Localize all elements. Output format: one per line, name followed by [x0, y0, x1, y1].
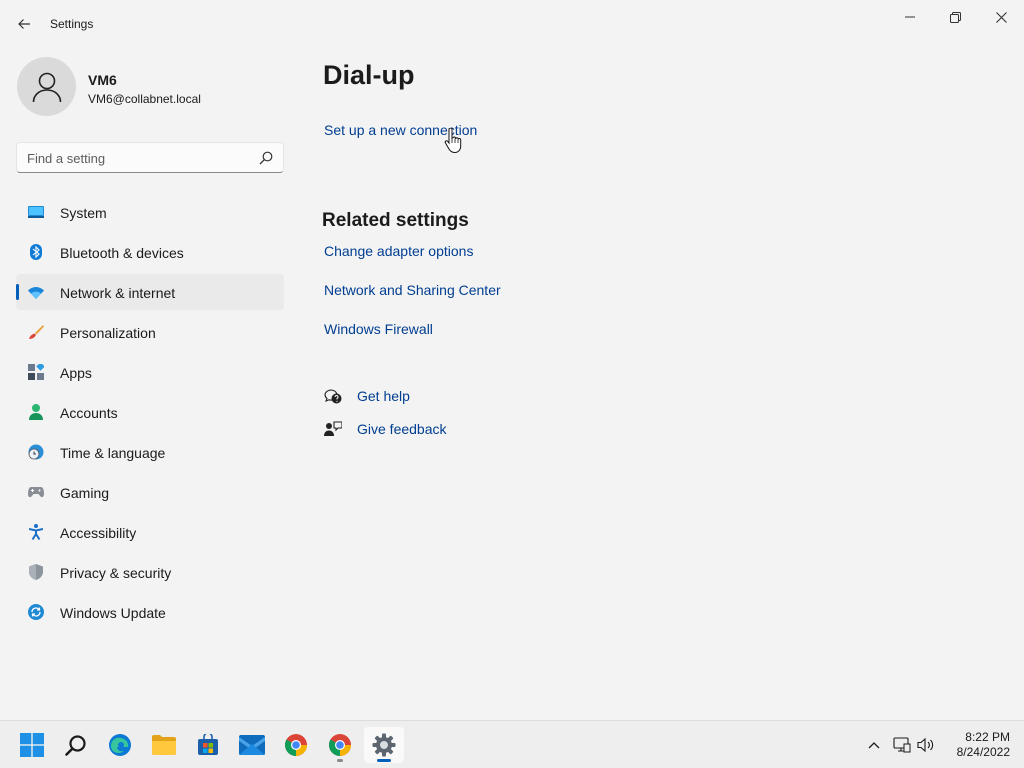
edge-icon [109, 734, 131, 756]
show-hidden-icons-button[interactable] [864, 735, 884, 755]
folder-icon [152, 735, 176, 755]
sidebar-item-accessibility[interactable]: Accessibility [16, 514, 284, 550]
get-help-row[interactable]: Get help [323, 386, 410, 406]
minimize-icon [905, 16, 915, 18]
hand-cursor-icon [444, 128, 462, 154]
user-icon [32, 72, 61, 102]
sidebar-nav: System Bluetooth & devices Network & int… [16, 194, 284, 634]
volume-tray-icon[interactable] [916, 735, 936, 755]
page-title: Dial-up [323, 60, 415, 90]
search-input[interactable] [27, 149, 247, 167]
clock-globe-icon [28, 444, 44, 460]
close-button[interactable] [978, 4, 1024, 30]
accessibility-icon [28, 524, 44, 540]
windows-logo-icon [20, 733, 44, 757]
network-sharing-center-link[interactable]: Network and Sharing Center [324, 282, 501, 298]
sidebar-item-bluetooth[interactable]: Bluetooth & devices [16, 234, 284, 270]
sidebar-item-label: Accounts [60, 405, 118, 421]
sidebar-item-label: Gaming [60, 485, 110, 501]
sidebar-item-label: Network & internet [60, 285, 176, 301]
wifi-icon [28, 284, 44, 300]
system-icon [28, 204, 44, 220]
restore-button[interactable] [932, 4, 978, 30]
sidebar-item-network[interactable]: Network & internet [16, 274, 284, 310]
taskbar-file-explorer[interactable] [144, 727, 184, 763]
accounts-icon [28, 404, 44, 420]
minimize-button[interactable] [887, 4, 933, 30]
sidebar-item-gaming[interactable]: Gaming [16, 474, 284, 510]
sidebar-item-label: Time & language [60, 445, 166, 461]
sidebar-item-label: Apps [60, 365, 92, 381]
feedback-icon [323, 419, 343, 439]
sidebar-item-accounts[interactable]: Accounts [16, 394, 284, 430]
help-chat-icon [323, 386, 343, 406]
app-title: Settings [50, 17, 94, 31]
give-feedback-row[interactable]: Give feedback [323, 419, 447, 439]
sidebar-item-label: Personalization [60, 325, 156, 341]
sidebar-item-label: Accessibility [60, 525, 137, 541]
network-tray-icon[interactable] [892, 735, 912, 755]
search-box[interactable] [16, 142, 284, 173]
shield-icon [28, 564, 44, 580]
sidebar-item-label: Bluetooth & devices [60, 245, 184, 261]
related-settings-heading: Related settings [322, 210, 469, 231]
avatar[interactable] [17, 57, 76, 116]
taskbar-search-button[interactable] [56, 727, 96, 763]
title-bar: Settings [0, 0, 1024, 48]
change-adapter-options-link[interactable]: Change adapter options [324, 243, 473, 259]
start-button[interactable] [12, 727, 52, 763]
bluetooth-icon [28, 244, 44, 260]
controller-icon [28, 484, 44, 500]
taskbar-chrome-2[interactable] [320, 727, 360, 763]
close-icon [995, 11, 1007, 23]
volume-icon [917, 737, 934, 753]
back-button[interactable] [10, 10, 38, 38]
give-feedback-link[interactable]: Give feedback [357, 421, 447, 437]
sidebar-item-label: System [60, 205, 107, 221]
sidebar-item-apps[interactable]: Apps [16, 354, 284, 390]
chrome-icon [285, 734, 307, 756]
profile-email: VM6@collabnet.local [88, 92, 201, 106]
network-icon [893, 737, 911, 753]
sidebar-item-time-language[interactable]: Time & language [16, 434, 284, 470]
settings-gear-icon [372, 733, 396, 757]
sidebar-item-privacy-security[interactable]: Privacy & security [16, 554, 284, 590]
brush-icon [28, 324, 44, 340]
sidebar-item-system[interactable]: System [16, 194, 284, 230]
taskbar: 8:22 PM 8/24/2022 [0, 720, 1024, 768]
get-help-link[interactable]: Get help [357, 388, 410, 404]
taskbar-chrome[interactable] [276, 727, 316, 763]
search-icon [65, 735, 86, 756]
selection-indicator [16, 284, 19, 300]
windows-firewall-link[interactable]: Windows Firewall [324, 321, 433, 337]
taskbar-microsoft-store[interactable] [188, 727, 228, 763]
chevron-up-icon [868, 742, 880, 749]
store-icon [198, 734, 218, 755]
running-indicator [337, 759, 343, 762]
taskbar-edge[interactable] [100, 727, 140, 763]
update-icon [28, 604, 44, 620]
clock[interactable]: 8:22 PM 8/24/2022 [940, 730, 1010, 760]
profile-name: VM6 [88, 72, 117, 88]
taskbar-settings[interactable] [364, 727, 404, 763]
back-arrow-icon [18, 19, 30, 29]
clock-time: 8:22 PM [965, 730, 1010, 744]
settings-window: Settings VM6 VM6@collabnet.local System [0, 0, 1024, 720]
chrome-icon [329, 734, 351, 756]
active-indicator [377, 759, 391, 762]
apps-icon [28, 364, 44, 380]
mail-icon [239, 735, 265, 755]
restore-icon [949, 11, 961, 23]
sidebar-item-windows-update[interactable]: Windows Update [16, 594, 284, 630]
sidebar-item-label: Privacy & security [60, 565, 172, 581]
taskbar-mail[interactable] [232, 727, 272, 763]
sidebar-item-personalization[interactable]: Personalization [16, 314, 284, 350]
clock-date: 8/24/2022 [956, 745, 1010, 759]
sidebar-item-label: Windows Update [60, 605, 166, 621]
search-icon[interactable] [259, 151, 273, 165]
